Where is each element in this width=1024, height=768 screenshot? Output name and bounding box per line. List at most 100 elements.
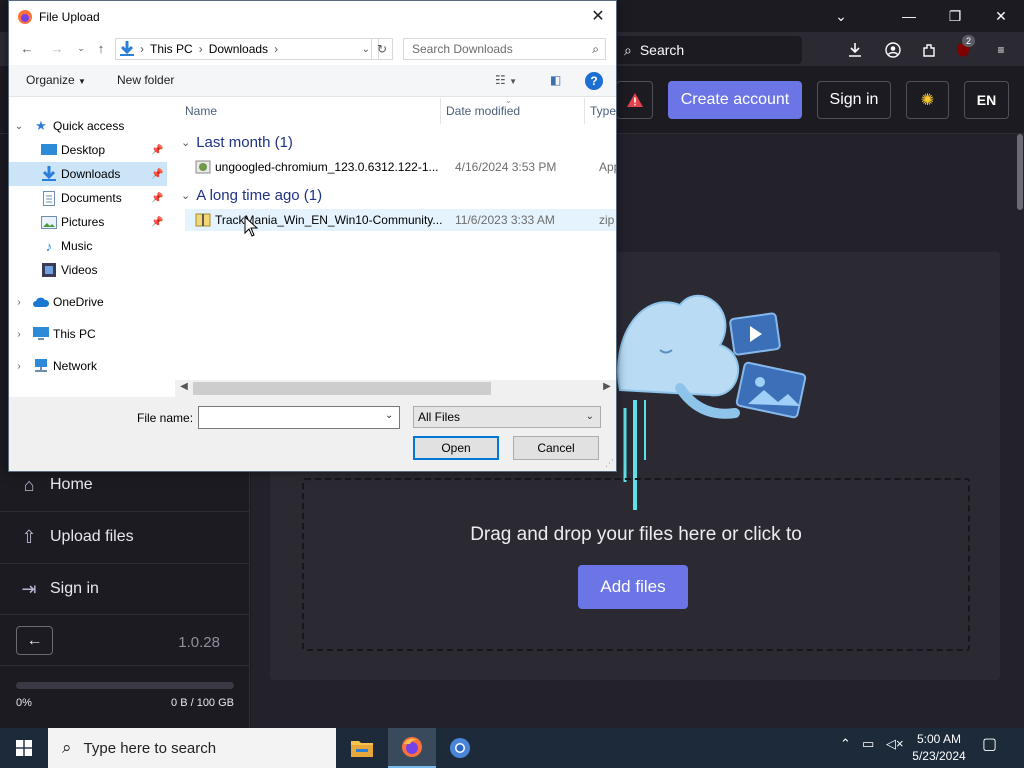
open-button[interactable]: Open: [413, 436, 499, 460]
volume-muted-icon[interactable]: ◁×: [886, 736, 904, 752]
horizontal-scrollbar-thumb[interactable]: [193, 382, 491, 395]
up-arrow-icon[interactable]: ↑: [91, 38, 111, 58]
chevron-right-icon[interactable]: ›: [13, 329, 25, 340]
create-account-button[interactable]: Create account: [668, 81, 802, 119]
nav-item-this-pc[interactable]: › This PC: [9, 322, 167, 346]
column-header-name[interactable]: Name: [185, 104, 217, 118]
language-button[interactable]: EN: [964, 81, 1009, 119]
pin-icon[interactable]: 📌: [151, 145, 163, 156]
refresh-icon[interactable]: ↻: [371, 38, 393, 60]
storage-progress-bar: [16, 682, 234, 689]
breadcrumb-downloads[interactable]: Downloads: [209, 42, 268, 56]
close-window-icon[interactable]: ✕: [978, 0, 1024, 32]
nav-item-desktop[interactable]: Desktop 📌: [9, 138, 167, 162]
breadcrumb-this-pc[interactable]: This PC: [150, 42, 193, 56]
nav-item-music[interactable]: ♪ Music: [9, 234, 167, 258]
pin-icon[interactable]: 📌: [151, 217, 163, 228]
group-header-long-time-ago[interactable]: ⌄ A long time ago (1): [181, 187, 322, 204]
list-all-tabs-icon[interactable]: ⌄: [818, 0, 864, 32]
resize-grip-icon[interactable]: ⋰: [605, 458, 614, 469]
account-icon[interactable]: [880, 37, 906, 63]
extensions-icon[interactable]: [916, 37, 942, 63]
pin-icon[interactable]: 📌: [151, 169, 163, 180]
column-separator[interactable]: [440, 98, 441, 124]
column-separator[interactable]: [584, 98, 585, 124]
file-name-dropdown-icon[interactable]: ⌄: [385, 410, 393, 421]
search-downloads-input[interactable]: Search Downloads ⌕: [403, 38, 606, 60]
file-date: 11/6/2023 3:33 AM: [455, 213, 555, 227]
installer-icon: [195, 160, 211, 174]
menu-icon[interactable]: ≡: [988, 37, 1014, 63]
file-type-select[interactable]: All Files ⌄: [413, 406, 601, 428]
firefox-taskbar-icon[interactable]: [388, 728, 436, 768]
horizontal-scrollbar[interactable]: ◀ ▶: [175, 380, 616, 397]
downloads-icon[interactable]: [842, 37, 868, 63]
sidebar-item-upload-files[interactable]: ⇧ Upload files: [0, 511, 242, 563]
cancel-button[interactable]: Cancel: [513, 436, 599, 460]
address-bar[interactable]: › This PC › Downloads › ⌄: [115, 38, 379, 60]
forward-arrow-icon[interactable]: →: [47, 38, 67, 58]
add-files-button[interactable]: Add files: [578, 565, 688, 609]
nav-item-onedrive[interactable]: › OneDrive: [9, 290, 167, 314]
file-explorer-taskbar-icon[interactable]: [338, 728, 386, 768]
back-arrow-icon[interactable]: ←: [17, 38, 37, 58]
nav-item-label: OneDrive: [53, 295, 104, 309]
chevron-right-icon[interactable]: ›: [13, 297, 25, 308]
file-date: 4/16/2024 3:53 PM: [455, 160, 557, 174]
restore-window-icon[interactable]: ❐: [932, 0, 978, 32]
notifications-icon[interactable]: ▢: [982, 734, 997, 754]
minimize-window-icon[interactable]: —: [886, 0, 932, 32]
preview-pane-icon[interactable]: ◧: [550, 73, 561, 87]
download-icon: [120, 41, 134, 56]
chevron-down-icon[interactable]: ⌄: [362, 44, 370, 55]
file-type-selected: All Files: [418, 410, 461, 424]
collapse-sidebar-button[interactable]: ←: [16, 626, 53, 655]
theme-toggle-button[interactable]: ✺: [906, 81, 949, 119]
start-button[interactable]: [0, 728, 48, 768]
page-scrollbar[interactable]: [1015, 134, 1024, 728]
nav-item-pictures[interactable]: Pictures 📌: [9, 210, 167, 234]
column-header-type[interactable]: Type: [590, 104, 616, 118]
chevron-right-icon[interactable]: ›: [13, 361, 25, 372]
scroll-right-icon[interactable]: ▶: [600, 381, 614, 392]
scroll-left-icon[interactable]: ◀: [177, 381, 191, 392]
sidebar-item-sign-in[interactable]: ⇥ Sign in: [0, 563, 242, 615]
nav-item-videos[interactable]: Videos: [9, 258, 167, 282]
dialog-close-icon[interactable]: ✕: [584, 3, 612, 29]
nav-item-documents[interactable]: Documents 📌: [9, 186, 167, 210]
star-icon: ★: [35, 118, 47, 133]
file-row[interactable]: ungoogled-chromium_123.0.6312.122-1... 4…: [185, 156, 616, 178]
home-icon: ⌂: [23, 474, 35, 495]
dialog-title-bar[interactable]: File Upload: [9, 1, 616, 32]
network-status-icon[interactable]: ▭: [862, 736, 874, 752]
file-name: ungoogled-chromium_123.0.6312.122-1...: [215, 160, 439, 174]
show-hidden-icons-icon[interactable]: ⌃: [840, 736, 851, 752]
group-label: A long time ago (1): [196, 187, 323, 204]
warning-icon: [626, 93, 643, 107]
view-options-icon[interactable]: ☷ ▼: [495, 73, 517, 87]
help-icon[interactable]: ?: [585, 72, 603, 90]
search-icon: ⌕: [62, 738, 72, 757]
chromium-taskbar-icon[interactable]: [436, 728, 484, 768]
pictures-icon: [41, 214, 57, 230]
header-sign-in-button[interactable]: Sign in: [817, 81, 891, 119]
new-folder-button[interactable]: New folder: [117, 73, 174, 87]
chevron-down-icon[interactable]: ⌄: [13, 121, 25, 132]
column-header-date-modified[interactable]: Date modified: [446, 104, 520, 118]
taskbar-search-box[interactable]: ⌕ Type here to search: [48, 728, 336, 768]
caret-down-icon: ▼: [78, 77, 86, 86]
group-header-last-month[interactable]: ⌄ Last month (1): [181, 134, 293, 151]
recent-locations-icon[interactable]: ⌄: [71, 38, 91, 58]
warning-button[interactable]: [616, 81, 653, 119]
nav-item-network[interactable]: › Network: [9, 354, 167, 378]
taskbar-clock[interactable]: 5:00 AM 5/23/2024: [904, 731, 974, 765]
pin-icon[interactable]: 📌: [151, 193, 163, 204]
page-scrollbar-thumb[interactable]: [1017, 134, 1023, 210]
nav-item-quick-access[interactable]: ⌄ ★ Quick access: [9, 114, 167, 138]
nav-item-label: Downloads: [61, 167, 121, 181]
nav-item-downloads[interactable]: Downloads 📌: [9, 162, 167, 186]
file-name-input[interactable]: [198, 406, 400, 429]
browser-search-box[interactable]: ⌕ Search: [616, 36, 802, 64]
dialog-title: File Upload: [39, 9, 100, 24]
organize-button[interactable]: Organize ▼: [26, 73, 86, 87]
